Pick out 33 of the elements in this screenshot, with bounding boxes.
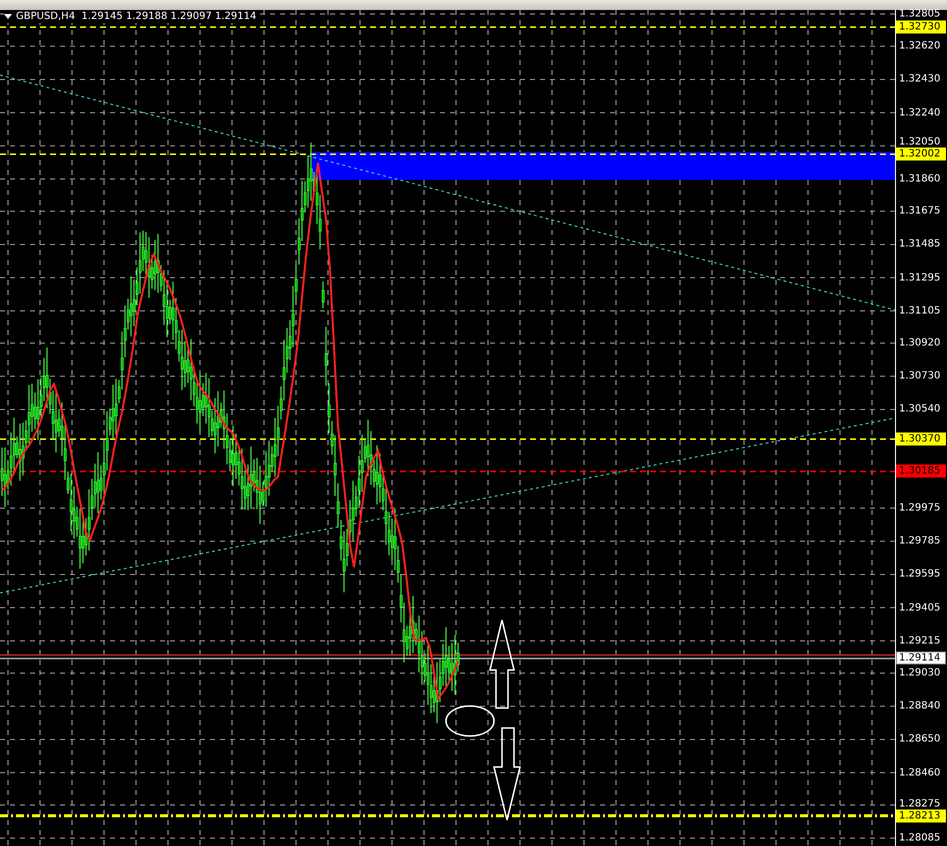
ellipse-drawing bbox=[445, 705, 495, 737]
price-tick-label: 1.30920 bbox=[899, 338, 940, 349]
price-tick-label: 1.29785 bbox=[899, 536, 940, 547]
price-tick-label: 1.32430 bbox=[899, 74, 940, 85]
symbol-quote-text: GBPUSD,H4 1.29145 1.29188 1.29097 1.29114 bbox=[16, 10, 256, 23]
price-tick-label: 1.30540 bbox=[899, 404, 940, 415]
price-tick-label: 1.32620 bbox=[899, 40, 940, 52]
price-tick-label: 1.32240 bbox=[899, 107, 940, 118]
price-tick-label: 1.29595 bbox=[899, 568, 940, 580]
price-marker-label: 1.30370 bbox=[896, 432, 946, 446]
dropdown-triangle-icon[interactable] bbox=[4, 14, 12, 20]
price-tick-label: 1.28460 bbox=[899, 767, 940, 778]
price-tick-label: 1.29405 bbox=[899, 602, 940, 614]
price-tick-label: 1.30730 bbox=[899, 370, 940, 382]
price-tick-label: 1.31295 bbox=[899, 272, 940, 284]
price-tick-label: 1.31860 bbox=[899, 174, 940, 184]
price-marker-label: 1.29114 bbox=[896, 652, 946, 665]
price-tick-label: 1.29975 bbox=[899, 502, 940, 514]
price-tick-label: 1.29030 bbox=[899, 668, 940, 679]
price-tick-label: 1.29215 bbox=[899, 635, 940, 646]
price-tick-label: 1.31105 bbox=[899, 305, 940, 316]
price-marker-label: 1.28213 bbox=[896, 809, 946, 822]
price-marker-label: 1.32002 bbox=[896, 148, 946, 161]
price-marker-label: 1.30185 bbox=[896, 464, 946, 478]
price-tick-label: 1.28085 bbox=[899, 832, 940, 844]
price-tick-label: 1.28840 bbox=[899, 700, 940, 712]
price-tick-label: 1.32805 bbox=[899, 8, 940, 20]
price-tick-label: 1.28650 bbox=[899, 734, 940, 745]
price-marker-label: 1.32730 bbox=[896, 20, 946, 34]
price-tick-label: 1.31485 bbox=[899, 238, 940, 250]
price-tick-label: 1.31675 bbox=[899, 206, 940, 217]
price-tick-label: 1.32050 bbox=[899, 136, 940, 148]
price-tick-label: 1.28275 bbox=[899, 798, 940, 810]
